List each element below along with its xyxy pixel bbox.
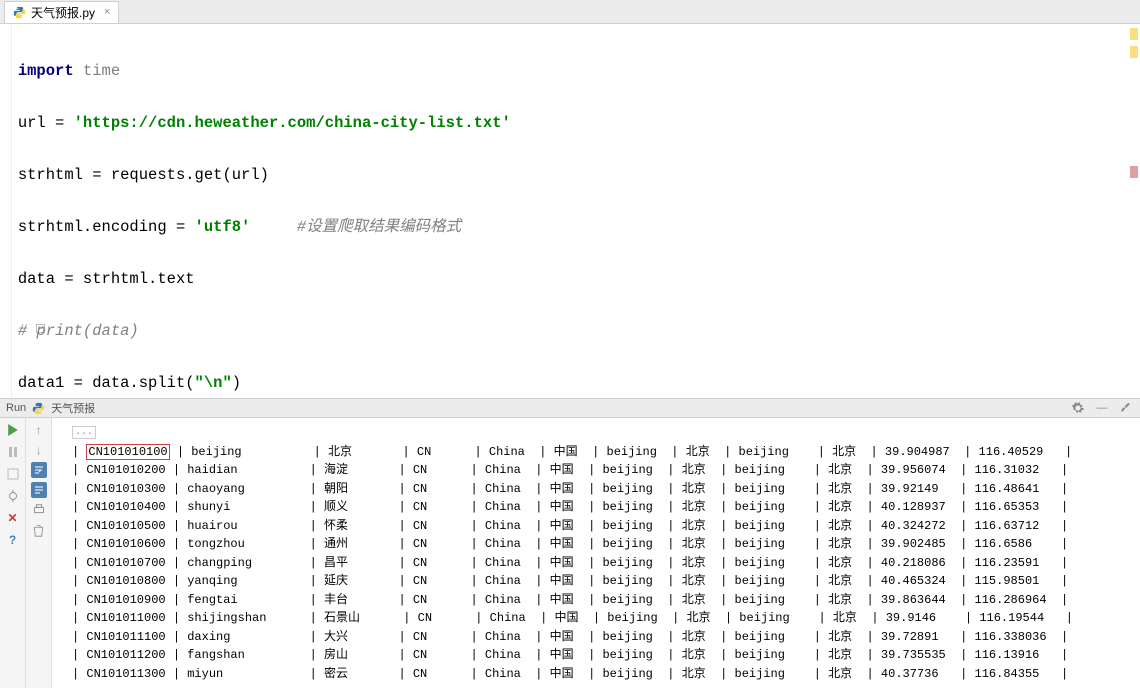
editor-area: − import time url = 'https://cdn.heweath… [0, 24, 1140, 398]
pin-icon[interactable] [1118, 400, 1134, 416]
run-output[interactable]: ...| CN101010100 | beijing | 北京 | CN | C… [52, 418, 1140, 688]
arrow-up-icon[interactable]: ↑ [31, 422, 47, 438]
run-toolbar-left2: ↑ ↓ [26, 418, 52, 688]
python-run-icon [32, 402, 45, 415]
output-row: | CN101011100 | daxing | 大兴 | CN | China… [72, 628, 1120, 647]
output-row: | CN101010500 | huairou | 怀柔 | CN | Chin… [72, 517, 1120, 536]
gear-icon[interactable] [1070, 400, 1086, 416]
run-toolbar-left: ✕ ? [0, 418, 26, 688]
run-title: Run [6, 402, 26, 414]
help-icon[interactable]: ? [5, 532, 21, 548]
output-row: | CN101010100 | beijing | 北京 | CN | Chin… [72, 443, 1120, 462]
stop-icon[interactable] [5, 444, 21, 460]
run-panel-header: Run 天气预报 — [0, 398, 1140, 418]
wrap-icon[interactable] [31, 462, 47, 478]
gutter[interactable]: − [0, 24, 12, 398]
close-icon[interactable]: × [104, 6, 110, 18]
output-row: | CN101011000 | shijingshan | 石景山 | CN |… [72, 609, 1120, 628]
editor-overview-ruler[interactable] [1128, 24, 1140, 398]
print-icon[interactable] [31, 502, 47, 518]
debug-icon[interactable] [5, 488, 21, 504]
close-run-icon[interactable]: ✕ [5, 510, 21, 526]
output-row: | CN101010700 | changping | 昌平 | CN | Ch… [72, 554, 1120, 573]
arrow-down-icon[interactable]: ↓ [31, 442, 47, 458]
run-panel: ✕ ? ↑ ↓ ...| CN101010100 | beijing | 北京 … [0, 418, 1140, 688]
output-row: | CN101010800 | yanqing | 延庆 | CN | Chin… [72, 572, 1120, 591]
file-tab[interactable]: 天气预报.py × [4, 1, 119, 23]
trash-icon[interactable] [31, 522, 47, 538]
output-row: | CN101010400 | shunyi | 顺义 | CN | China… [72, 498, 1120, 517]
output-row: | CN101010300 | chaoyang | 朝阳 | CN | Chi… [72, 480, 1120, 499]
python-file-icon [13, 6, 26, 19]
output-row: | CN101010600 | tongzhou | 通州 | CN | Chi… [72, 535, 1120, 554]
output-row: | CN101011300 | miyun | 密云 | CN | China … [72, 665, 1120, 684]
code-editor[interactable]: import time url = 'https://cdn.heweather… [12, 24, 1140, 398]
tab-bar: 天气预报.py × [0, 0, 1140, 24]
output-row: | CN101010900 | fengtai | 丰台 | CN | Chin… [72, 591, 1120, 610]
scroll-icon[interactable] [31, 482, 47, 498]
minimize-icon[interactable]: — [1094, 400, 1110, 416]
output-row: | CN101010200 | haidian | 海淀 | CN | Chin… [72, 461, 1120, 480]
output-row: | CN101011200 | fangshan | 房山 | CN | Chi… [72, 646, 1120, 665]
tab-label: 天气预报.py [31, 4, 95, 21]
rerun-icon[interactable] [5, 422, 21, 438]
run-target: 天气预报 [51, 400, 95, 416]
stop-square-icon[interactable] [5, 466, 21, 482]
